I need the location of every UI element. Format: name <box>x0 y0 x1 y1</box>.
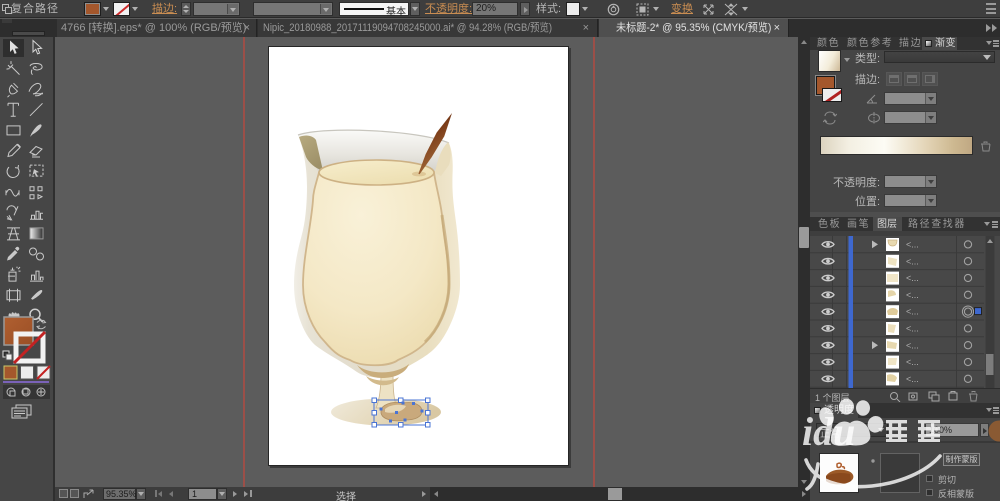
svg-text:<...: <... <box>906 240 919 250</box>
svg-text:<...: <... <box>906 290 919 300</box>
svg-text:<...: <... <box>906 273 919 283</box>
svg-text:<...: <... <box>906 307 919 317</box>
svg-text:<...: <... <box>906 256 919 266</box>
svg-text:<...: <... <box>906 357 919 367</box>
svg-text:<...: <... <box>906 374 919 384</box>
svg-text:<...: <... <box>906 340 919 350</box>
svg-text:<...: <... <box>906 324 919 334</box>
